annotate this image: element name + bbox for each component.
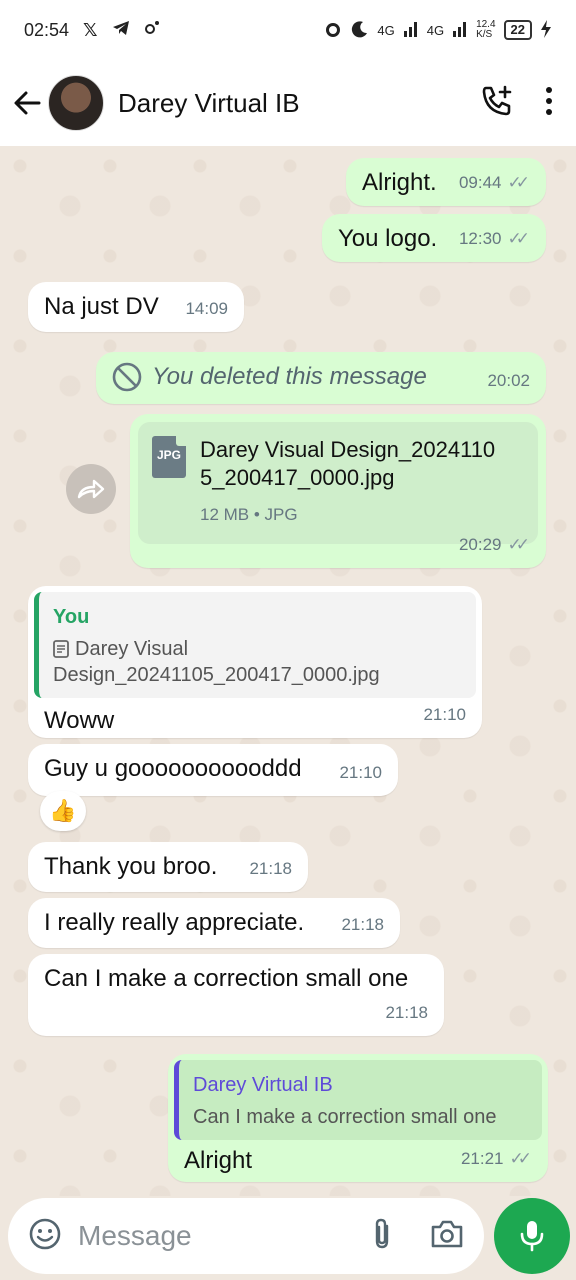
quote-text: Darey Visual Design_20241105_200417_0000… <box>53 638 380 686</box>
moon-icon <box>351 20 369 41</box>
message-reaction[interactable]: 👍 <box>40 791 86 831</box>
settings-dots-icon <box>144 20 160 41</box>
status-time: 02:54 <box>24 19 70 40</box>
message-bubble-incoming[interactable]: Can I make a correction small one 21:18 <box>28 954 444 1036</box>
message-bubble-incoming[interactable]: Guy u gooooooooooddd 21:10 <box>28 744 398 796</box>
message-text: Guy u gooooooooooddd <box>44 755 302 782</box>
message-time: 21:21 <box>460 1149 504 1168</box>
attach-button[interactable] <box>370 1217 394 1256</box>
emoji-icon <box>29 1218 61 1249</box>
message-bubble-incoming[interactable]: Na just DV 14:09 <box>28 282 244 332</box>
file-name: Darey Visual Design_2024110 5_200417_000… <box>200 437 496 490</box>
camera-button[interactable] <box>430 1219 464 1254</box>
message-bubble-incoming[interactable]: Thank you broo. 21:18 <box>28 842 308 892</box>
speed-unit: K/S <box>476 29 493 40</box>
more-options-button[interactable] <box>544 86 554 121</box>
message-time: 21:18 <box>249 859 292 878</box>
quote-author: Darey Virtual IB <box>193 1074 333 1096</box>
file-meta: 12 MB • JPG <box>200 505 298 524</box>
message-time: 14:09 <box>185 299 228 318</box>
message-text: Thank you broo. <box>44 853 218 880</box>
quote-text: Can I make a correction small one <box>193 1106 497 1128</box>
forward-button[interactable] <box>66 464 116 514</box>
message-time: 20:02 <box>487 371 530 390</box>
quoted-message[interactable]: You Darey Visual Design_20241105_200417_… <box>34 592 476 698</box>
message-text: Can I make a correction small one <box>44 965 409 992</box>
network-label-1: 4G <box>377 22 395 38</box>
message-text: Alright. <box>362 169 437 196</box>
file-type-icon: JPG <box>152 436 186 478</box>
back-button[interactable] <box>0 76 54 130</box>
microphone-icon <box>520 1221 544 1252</box>
x-app-icon: 𝕏 <box>83 19 98 40</box>
signal-icon <box>403 21 419 40</box>
message-text: You logo. <box>338 225 438 252</box>
message-bubble-file[interactable]: JPG Darey Visual Design_2024110 5_200417… <box>130 414 546 568</box>
more-vertical-icon <box>546 86 552 115</box>
message-bubble-reply[interactable]: You Darey Visual Design_20241105_200417_… <box>28 586 482 738</box>
message-time: 21:18 <box>385 1003 428 1022</box>
message-time: 21:18 <box>341 915 384 934</box>
charging-icon <box>540 19 552 41</box>
telegram-icon <box>112 20 130 41</box>
document-icon <box>53 640 69 658</box>
message-bubble-outgoing[interactable]: Alright. 09:44 ✓✓ <box>346 158 546 206</box>
quoted-message[interactable]: Darey Virtual IB Can I make a correction… <box>174 1060 542 1140</box>
message-time: 21:10 <box>423 705 466 724</box>
message-text: I really really appreciate. <box>44 909 305 936</box>
double-check-icon: ✓✓ <box>507 173 530 192</box>
deleted-message-text: You deleted this message <box>152 363 427 390</box>
message-bubble-incoming[interactable]: I really really appreciate. 21:18 <box>28 898 400 948</box>
chat-area[interactable]: Alright. 09:44 ✓✓ You logo. 12:30 ✓✓ Na ju… <box>0 146 576 1196</box>
chat-header: Darey Virtual IB <box>0 60 576 146</box>
phone-plus-icon <box>482 85 512 115</box>
quote-author: You <box>53 606 90 628</box>
message-time: 12:30 <box>458 229 502 248</box>
paperclip-icon <box>375 1218 389 1248</box>
message-time: 20:29 <box>458 535 502 554</box>
file-attachment[interactable]: JPG Darey Visual Design_2024110 5_200417… <box>138 422 538 544</box>
message-time: 09:44 <box>458 173 502 192</box>
avatar[interactable] <box>48 75 104 131</box>
signal-icon <box>452 21 468 40</box>
double-check-icon: ✓✓ <box>507 229 530 248</box>
add-call-button[interactable] <box>480 84 514 123</box>
status-bar: 02:54 𝕏 4G 4G 12.4 K/S 22 <box>0 0 576 60</box>
message-text: Na just DV <box>44 293 159 320</box>
message-time: 21:10 <box>339 763 382 782</box>
message-bubble-reply[interactable]: Darey Virtual IB Can I make a correction… <box>168 1054 548 1182</box>
contact-name[interactable]: Darey Virtual IB <box>118 88 300 119</box>
message-composer <box>8 1198 484 1274</box>
forward-icon <box>77 479 105 499</box>
double-check-icon: ✓✓ <box>507 535 530 554</box>
arrow-left-icon <box>14 91 41 115</box>
double-check-icon: ✓✓ <box>509 1149 532 1168</box>
voice-message-button[interactable] <box>494 1198 570 1274</box>
message-bubble-outgoing[interactable]: You logo. 12:30 ✓✓ <box>322 214 546 262</box>
camera-icon <box>431 1220 463 1247</box>
message-input[interactable] <box>78 1220 328 1252</box>
blocked-icon <box>112 362 142 392</box>
emoji-button[interactable] <box>28 1217 62 1256</box>
message-bubble-deleted[interactable]: You deleted this message 20:02 <box>96 352 546 404</box>
alarm-icon <box>323 19 343 42</box>
network-label-2: 4G <box>426 22 445 38</box>
message-text: Woww <box>44 707 115 734</box>
battery-indicator: 22 <box>503 20 532 40</box>
